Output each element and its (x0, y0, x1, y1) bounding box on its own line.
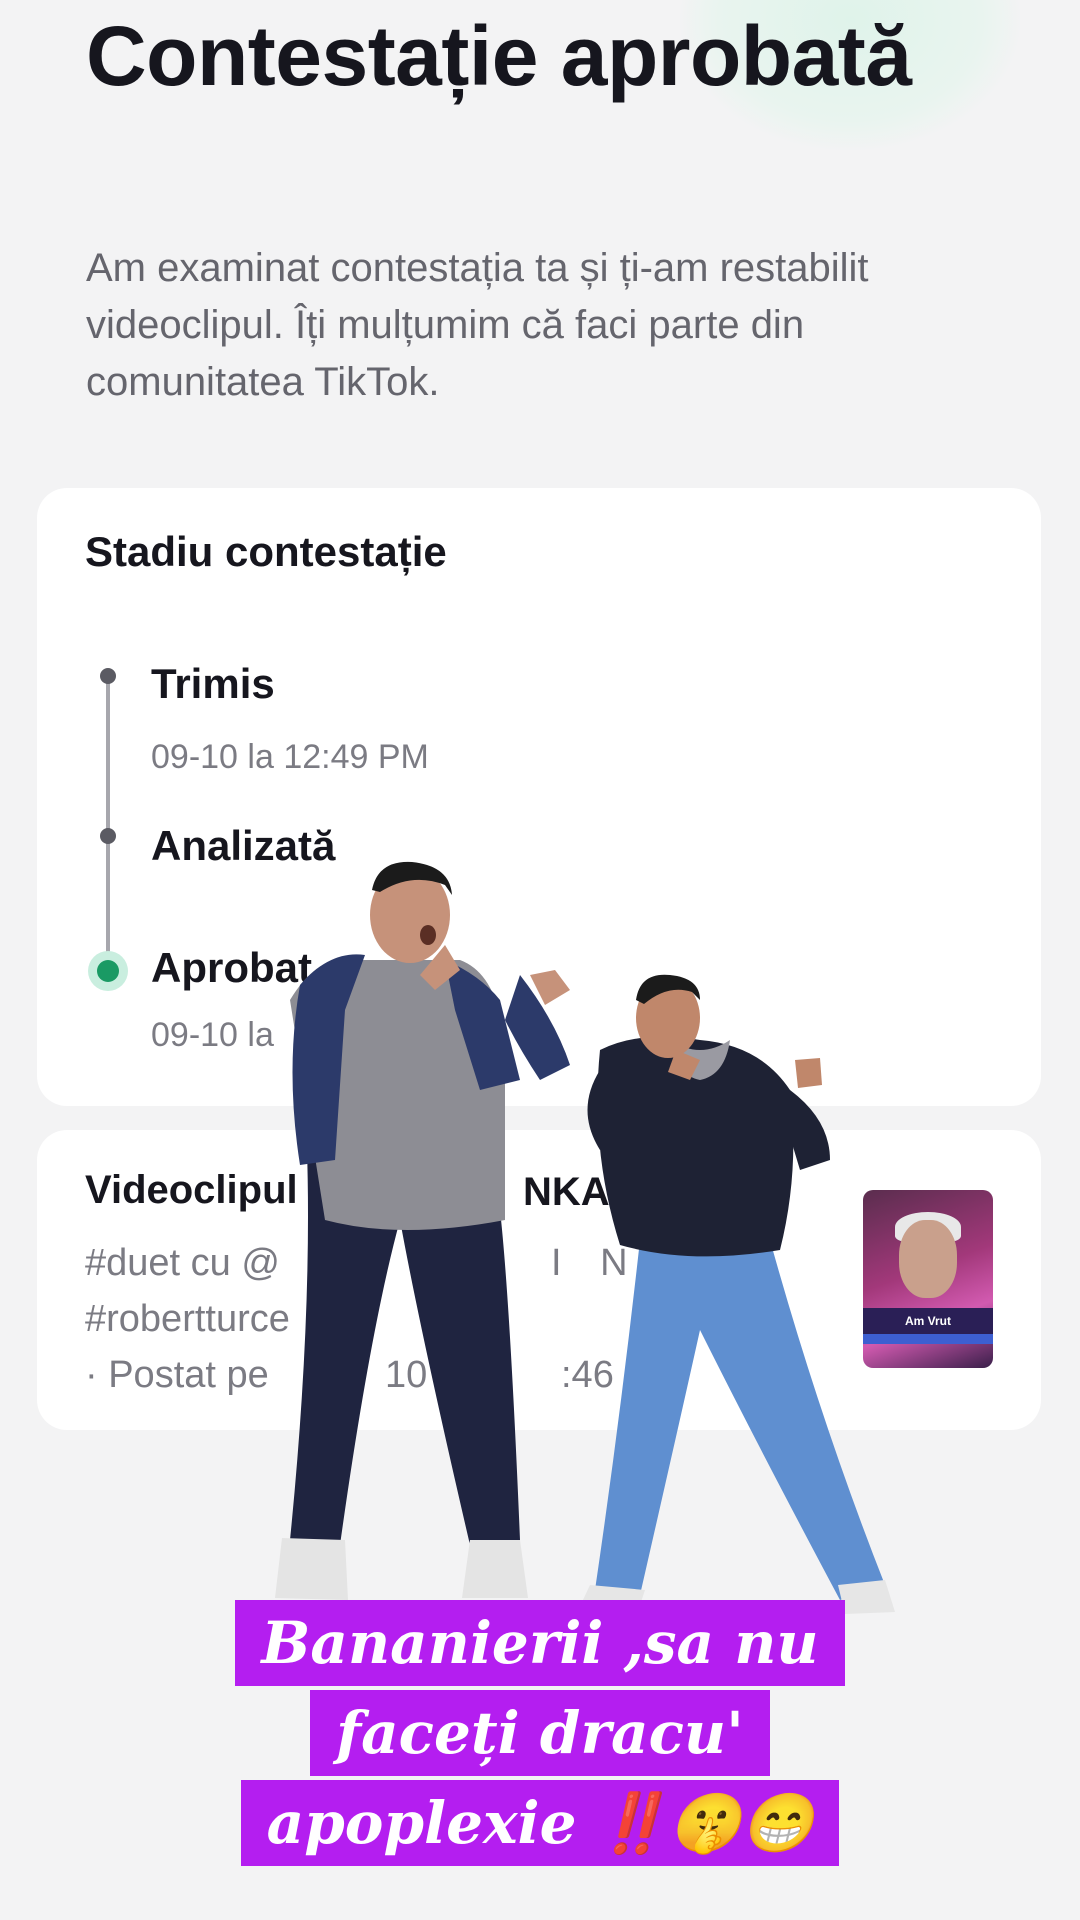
video-info-card[interactable]: Videoclipul NKA⚜️ #duet cu @ I N #robert… (37, 1130, 1041, 1430)
thumbnail-face (899, 1220, 957, 1298)
step-label-analyzed: Analizată (151, 822, 336, 869)
step-time-submitted: 09-10 la 12:49 PM (151, 738, 429, 776)
caption-line-3: apoplexie ‼️🤫😁 (240, 1780, 840, 1866)
thumbnail-strip (863, 1334, 993, 1344)
thumbnail-caption: Am Vrut (863, 1308, 993, 1334)
timeline-line (106, 674, 110, 960)
page-subtitle: Am examinat contestația ta și ți-am rest… (86, 246, 869, 404)
caption-line-2: faceți dracu' (310, 1690, 770, 1776)
step-label-approved: Aprobat (151, 944, 312, 991)
video-card-line-2: #robertturce (85, 1298, 290, 1340)
video-card-line-3: · Postat pe 10 la :46 (85, 1354, 614, 1396)
video-card-line-1: #duet cu @ I N (85, 1242, 642, 1284)
timeline-dot-analyzed (100, 828, 116, 844)
video-card-title: Videoclipul NKA⚜️ (85, 1168, 660, 1214)
caption-line-1: Bananierii ,sa nu (235, 1600, 845, 1686)
appeal-status-card: Stadiu contestație Trimis 09-10 la 12:49… (37, 488, 1041, 1106)
timeline-dot-approved (97, 960, 119, 982)
step-time-approved: 09-10 la (151, 1016, 274, 1054)
video-caption: Bananierii ,sa nu faceți dracu' apoplexi… (0, 1600, 1080, 1870)
timeline-dot-submitted (100, 668, 116, 684)
page-title: Contestație aprobată (86, 9, 912, 103)
status-card-title: Stadiu contestație (85, 528, 447, 575)
video-thumbnail[interactable]: Am Vrut (863, 1190, 993, 1368)
step-label-submitted: Trimis (151, 660, 275, 707)
